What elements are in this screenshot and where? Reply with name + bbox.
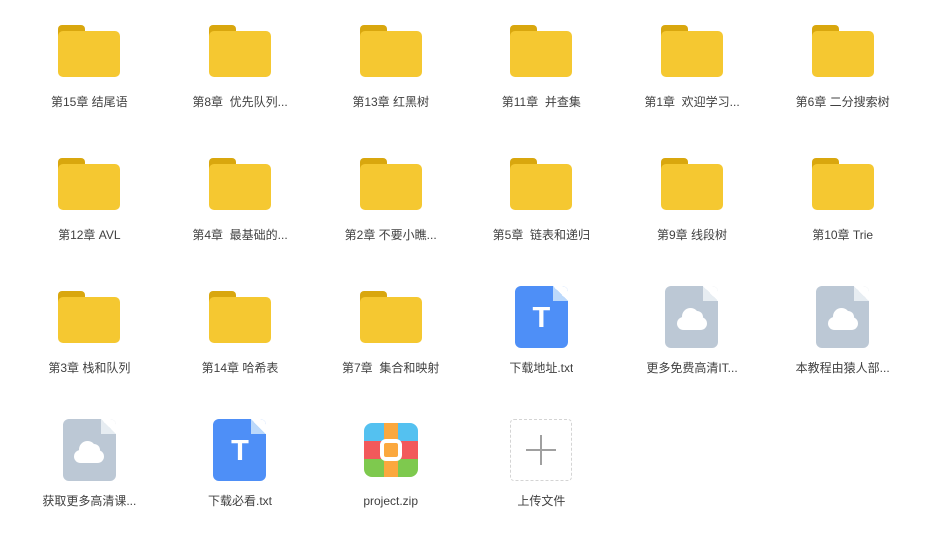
cloud-file-item[interactable]: 更多免费高清IT... <box>617 282 768 415</box>
folder-icon <box>510 25 572 77</box>
folder-item[interactable]: 第11章 并查集 <box>466 16 617 149</box>
cloud-icon <box>677 317 707 330</box>
cloud-file-item[interactable]: 获取更多高清课... <box>14 415 165 548</box>
folder-icon <box>58 291 120 343</box>
folder-icon <box>510 158 572 210</box>
file-grid: 第15章 结尾语 第8章 优先队列... 第13章 红黑树 第11章 并查集 第… <box>0 0 932 548</box>
folder-item[interactable]: 第2章 不要小瞧... <box>315 149 466 282</box>
folder-item[interactable]: 第5章 链表和递归 <box>466 149 617 282</box>
folder-item[interactable]: 第8章 优先队列... <box>165 16 316 149</box>
upload-dropzone[interactable] <box>510 419 572 481</box>
item-label: 第10章 Trie <box>812 228 873 242</box>
item-label: 第9章 线段树 <box>657 228 727 242</box>
folder-icon <box>812 158 874 210</box>
item-label: 第1章 欢迎学习... <box>644 95 739 109</box>
folder-icon <box>360 158 422 210</box>
cloud-file-icon <box>816 286 869 348</box>
item-label: 第14章 哈希表 <box>202 361 279 375</box>
item-label: 第12章 AVL <box>58 228 120 242</box>
folder-item[interactable]: 第15章 结尾语 <box>14 16 165 149</box>
txt-file-icon: T <box>515 286 568 348</box>
item-label: 第3章 栈和队列 <box>48 361 130 375</box>
folder-item[interactable]: 第10章 Trie <box>767 149 918 282</box>
item-label: 第4章 最基础的... <box>192 228 287 242</box>
folder-item[interactable]: 第7章 集合和映射 <box>315 282 466 415</box>
item-label: 第11章 并查集 <box>502 95 581 109</box>
folder-item[interactable]: 第12章 AVL <box>14 149 165 282</box>
cloud-icon <box>828 317 858 330</box>
folder-item[interactable]: 第1章 欢迎学习... <box>617 16 768 149</box>
folder-icon <box>661 158 723 210</box>
folder-icon <box>360 291 422 343</box>
zip-file-item[interactable]: project.zip <box>315 415 466 548</box>
item-label: 第7章 集合和映射 <box>342 361 439 375</box>
item-label: 第15章 结尾语 <box>51 95 128 109</box>
item-label: 下载必看.txt <box>208 494 272 508</box>
folder-icon <box>209 158 271 210</box>
cloud-file-icon <box>63 419 116 481</box>
folder-icon <box>209 25 271 77</box>
item-label: 第6章 二分搜索树 <box>796 95 890 109</box>
cloud-icon <box>74 450 104 463</box>
txt-file-item[interactable]: T 下载必看.txt <box>165 415 316 548</box>
folder-icon <box>58 25 120 77</box>
folder-item[interactable]: 第6章 二分搜索树 <box>767 16 918 149</box>
folder-icon <box>661 25 723 77</box>
upload-file-button[interactable]: 上传文件 <box>466 415 617 548</box>
folder-icon <box>58 158 120 210</box>
item-label: 更多免费高清IT... <box>646 361 737 375</box>
item-label: 第2章 不要小瞧... <box>345 228 437 242</box>
plus-icon <box>526 435 556 465</box>
folder-item[interactable]: 第9章 线段树 <box>617 149 768 282</box>
item-label: 第13章 红黑树 <box>352 95 429 109</box>
folder-icon <box>812 25 874 77</box>
folder-icon <box>360 25 422 77</box>
item-label: 本教程由猿人部... <box>796 361 890 375</box>
txt-file-item[interactable]: T 下载地址.txt <box>466 282 617 415</box>
upload-label: 上传文件 <box>517 494 565 508</box>
item-label: 第5章 链表和递归 <box>493 228 590 242</box>
item-label: 下载地址.txt <box>509 361 573 375</box>
item-label: 第8章 优先队列... <box>192 95 287 109</box>
text-glyph: T <box>231 437 249 466</box>
item-label: project.zip <box>363 494 418 508</box>
cloud-file-icon <box>665 286 718 348</box>
folder-item[interactable]: 第3章 栈和队列 <box>14 282 165 415</box>
zip-file-icon <box>364 423 418 477</box>
folder-item[interactable]: 第4章 最基础的... <box>165 149 316 282</box>
folder-item[interactable]: 第13章 红黑树 <box>315 16 466 149</box>
folder-icon <box>209 291 271 343</box>
cloud-file-item[interactable]: 本教程由猿人部... <box>767 282 918 415</box>
text-glyph: T <box>532 304 550 333</box>
txt-file-icon: T <box>213 419 266 481</box>
folder-item[interactable]: 第14章 哈希表 <box>165 282 316 415</box>
item-label: 获取更多高清课... <box>42 494 136 508</box>
